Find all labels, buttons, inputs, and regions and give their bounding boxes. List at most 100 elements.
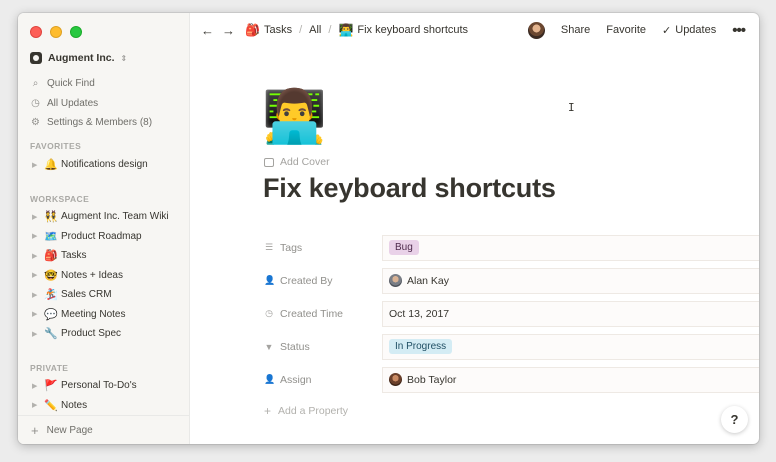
- add-cover-button[interactable]: Add Cover: [264, 156, 330, 168]
- property-label-text: Assign: [280, 373, 312, 386]
- private-section-label: PRIVATE: [30, 363, 69, 373]
- back-arrow-icon[interactable]: ←: [201, 23, 214, 38]
- property-label-text: Created Time: [280, 307, 344, 320]
- add-property-button[interactable]: + Add a Property: [264, 398, 759, 424]
- sidebar-item-tasks[interactable]: ▶ 🎒 Tasks: [32, 246, 169, 266]
- sidebar-item-label: Tasks: [61, 250, 87, 262]
- sidebar-link-label: Quick Find: [47, 78, 95, 90]
- more-options-icon[interactable]: •••: [732, 22, 746, 39]
- user-avatar[interactable]: [527, 21, 545, 39]
- avatar: [389, 373, 402, 386]
- workspace-name: Augment Inc.: [48, 52, 115, 64]
- property-row-created-time: ◷ Created Time Oct 13, 2017: [264, 297, 759, 330]
- property-value-assign[interactable]: Bob Taylor: [382, 366, 759, 393]
- sidebar-item-product-roadmap[interactable]: ▶ 🗺️ Product Roadmap: [32, 227, 169, 247]
- sidebar-item-meeting-notes[interactable]: ▶ 💬 Meeting Notes: [32, 305, 169, 325]
- page-icon[interactable]: 👨‍💻: [262, 91, 327, 143]
- sidebar-item-team-wiki[interactable]: ▶ 👯 Augment Inc. Team Wiki: [32, 207, 169, 227]
- sidebar-item-label: Notes: [61, 399, 88, 411]
- minimize-window-button[interactable]: [50, 26, 62, 38]
- property-label[interactable]: 👤 Assign: [264, 374, 382, 386]
- caret-right-icon[interactable]: ▶: [32, 382, 44, 390]
- gear-icon: ⚙: [31, 117, 40, 129]
- property-label[interactable]: ▼ Status: [264, 341, 382, 353]
- sidebar-item-product-spec[interactable]: ▶ 🔧 Product Spec: [32, 324, 169, 344]
- sidebar-item-notifications-design[interactable]: ▶ 🔔 Notifications design: [32, 155, 148, 175]
- breadcrumb-separator: /: [328, 24, 332, 36]
- plus-icon: +: [31, 422, 39, 438]
- property-value-created-by[interactable]: Alan Kay: [382, 267, 759, 294]
- window-controls: [30, 26, 82, 38]
- page-emoji-icon: 🔔: [44, 159, 58, 172]
- updates-button[interactable]: ✓ Updates: [662, 24, 716, 37]
- caret-right-icon[interactable]: ▶: [32, 310, 44, 318]
- topbar: ← → 🎒 Tasks / All / 👨‍💻 Fix keyboard sho…: [190, 13, 759, 47]
- sidebar-item-sales-crm[interactable]: ▶ 🏂 Sales CRM: [32, 285, 169, 305]
- sidebar-item-notes[interactable]: ▶ ✏️ Notes: [32, 396, 137, 416]
- property-row-assign: 👤 Assign Bob Taylor: [264, 363, 759, 396]
- caret-right-icon[interactable]: ▶: [32, 330, 44, 338]
- close-window-button[interactable]: [30, 26, 42, 38]
- sidebar-item-notes-ideas[interactable]: ▶ 🤓 Notes + Ideas: [32, 266, 169, 286]
- property-label[interactable]: ☰ Tags: [264, 242, 382, 254]
- page-emoji-icon: 🏂: [44, 289, 58, 302]
- plus-icon: +: [264, 404, 272, 418]
- property-label[interactable]: 👤 Created By: [264, 275, 382, 287]
- caret-right-icon[interactable]: ▶: [32, 213, 44, 221]
- sidebar-link-all-updates[interactable]: ◷ All Updates: [30, 94, 152, 114]
- property-label-text: Status: [280, 340, 310, 353]
- caret-right-icon[interactable]: ▶: [32, 401, 44, 409]
- sidebar-link-label: Settings & Members (8): [47, 117, 153, 129]
- property-label[interactable]: ◷ Created Time: [264, 308, 382, 320]
- property-value-created-time[interactable]: Oct 13, 2017: [382, 300, 759, 327]
- person-name: Bob Taylor: [407, 373, 457, 386]
- text-cursor-icon: I: [568, 101, 575, 114]
- caret-right-icon[interactable]: ▶: [32, 271, 44, 279]
- page-emoji-icon: 💬: [44, 308, 58, 321]
- favorites-section-label: FAVORITES: [30, 141, 82, 151]
- page-emoji-icon: 🤓: [44, 269, 58, 282]
- sidebar-item-personal-todos[interactable]: ▶ 🚩 Personal To-Do's: [32, 376, 137, 396]
- clock-icon: ◷: [265, 308, 273, 318]
- property-label-text: Tags: [280, 241, 303, 254]
- sidebar-item-label: Sales CRM: [61, 289, 112, 301]
- page-title[interactable]: Fix keyboard shortcuts: [263, 173, 556, 204]
- new-page-button[interactable]: + New Page: [18, 415, 189, 444]
- sidebar-link-settings[interactable]: ⚙ Settings & Members (8): [30, 113, 152, 133]
- zoom-window-button[interactable]: [70, 26, 82, 38]
- favorites-list: ▶ 🔔 Notifications design: [32, 155, 148, 175]
- property-label-text: Created By: [280, 274, 333, 287]
- favorite-button[interactable]: Favorite: [606, 24, 646, 36]
- breadcrumb-tasks[interactable]: Tasks: [264, 24, 292, 36]
- property-value-status[interactable]: In Progress: [382, 333, 759, 360]
- sidebar-link-quick-find[interactable]: ⌕ Quick Find: [30, 74, 152, 94]
- sidebar-item-label: Personal To-Do's: [61, 380, 137, 392]
- new-page-label: New Page: [46, 424, 93, 436]
- page-emoji-icon: 🗺️: [44, 230, 58, 243]
- sidebar-item-label: Product Spec: [61, 328, 122, 340]
- breadcrumb-current-page[interactable]: Fix keyboard shortcuts: [357, 24, 468, 36]
- person-icon: 👤: [264, 275, 276, 285]
- page-emoji-icon: 🔧: [44, 328, 58, 341]
- app-window: Augment Inc. ⇕ ⌕ Quick Find ◷ All Update…: [18, 13, 759, 444]
- status-icon: ▼: [264, 341, 274, 352]
- breadcrumb-all[interactable]: All: [309, 24, 321, 36]
- workspace-switcher[interactable]: Augment Inc. ⇕: [30, 52, 127, 64]
- crumb-emoji-icon: 🎒: [245, 23, 260, 37]
- caret-right-icon[interactable]: ▶: [32, 161, 44, 169]
- property-row-status: ▼ Status In Progress: [264, 330, 759, 363]
- checkmark-icon: ✓: [662, 24, 672, 37]
- caret-right-icon[interactable]: ▶: [32, 252, 44, 260]
- add-property-label: Add a Property: [278, 405, 349, 417]
- caret-right-icon[interactable]: ▶: [32, 232, 44, 240]
- history-nav: ← →: [201, 23, 235, 38]
- sidebar-item-label: Notes + Ideas: [61, 269, 123, 281]
- sidebar: Augment Inc. ⇕ ⌕ Quick Find ◷ All Update…: [18, 13, 190, 444]
- property-value-tags[interactable]: Bug: [382, 234, 759, 261]
- page-emoji-icon: 🚩: [44, 380, 58, 393]
- caret-right-icon[interactable]: ▶: [32, 291, 44, 299]
- help-button[interactable]: ?: [721, 406, 748, 433]
- share-button[interactable]: Share: [561, 24, 590, 36]
- workspace-list: ▶ 👯 Augment Inc. Team Wiki ▶ 🗺️ Product …: [32, 207, 169, 344]
- forward-arrow-icon[interactable]: →: [222, 23, 235, 38]
